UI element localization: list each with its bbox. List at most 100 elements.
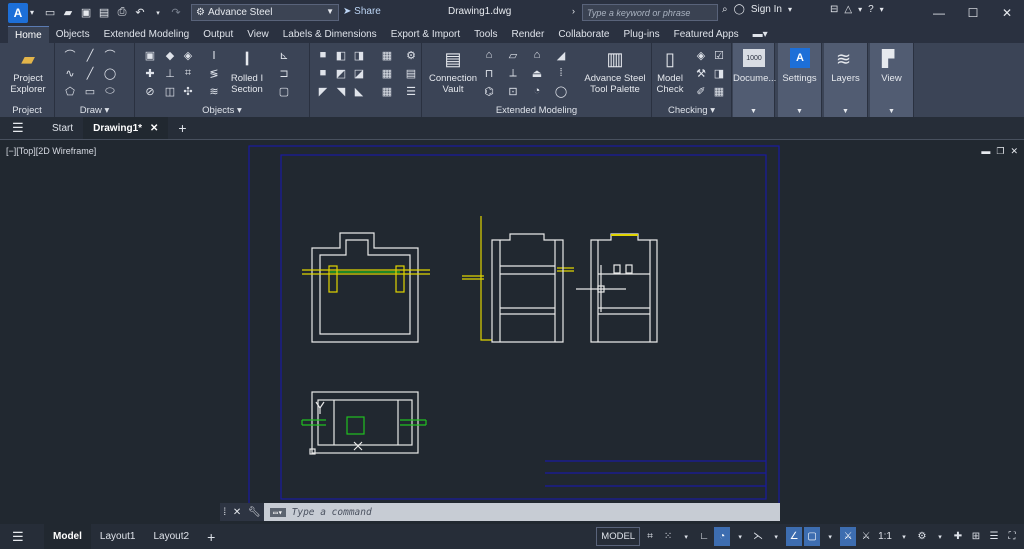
properties-icon[interactable]: ◨ — [712, 67, 726, 80]
isolate-objects-icon[interactable]: ⊞ — [968, 527, 984, 546]
auto-scale-icon[interactable]: ⚔ — [858, 527, 874, 546]
plate-icon[interactable]: ◆ — [163, 49, 177, 62]
layers-panel[interactable]: ≋ Layers ▼ — [824, 43, 868, 117]
gear-tool-icon[interactable]: ⚙ — [404, 49, 418, 62]
command-history-icon[interactable]: ▭▾ — [270, 507, 286, 517]
chamfer-icon[interactable]: ◪ — [352, 67, 366, 80]
bolt-icon[interactable]: Ⅰ — [207, 49, 221, 62]
tube-section-icon[interactable]: ▢ — [277, 85, 291, 98]
grip-icon[interactable]: ⁞ — [223, 507, 226, 518]
model-space-button[interactable]: MODEL — [596, 527, 641, 546]
cope-icon[interactable]: ◨ — [352, 49, 366, 62]
portal-icon[interactable]: ⊓ — [482, 67, 496, 80]
weld-icon[interactable]: ✚ — [143, 67, 157, 80]
undo-icon[interactable]: ↶ — [132, 5, 148, 21]
tab-view[interactable]: View — [240, 26, 276, 43]
clash-check-icon[interactable]: ◈ — [694, 49, 708, 62]
grid-icon[interactable]: ⌗ — [181, 67, 195, 79]
tab-objects[interactable]: Objects — [49, 26, 97, 43]
bracing-tool-icon[interactable]: ⟂ — [506, 67, 520, 79]
ortho-icon[interactable]: ∟ — [696, 527, 712, 546]
cube-icon[interactable]: ▣ — [143, 49, 157, 62]
contour-icon[interactable]: ■ — [316, 67, 330, 79]
marker-icon[interactable]: ✐ — [694, 85, 708, 98]
chevron-down-icon[interactable]: ▾ — [678, 527, 694, 546]
new-layout-button[interactable]: + — [198, 524, 224, 549]
grating-icon[interactable]: ▤ — [404, 67, 418, 80]
angle-section-icon[interactable]: ⊾ — [277, 49, 291, 62]
tab-plug-ins[interactable]: Plug-ins — [616, 26, 666, 43]
customize-icon[interactable]: ☰ — [986, 527, 1002, 546]
new-file-icon[interactable]: ▭ — [42, 5, 58, 21]
command-input[interactable]: ▭▾ Type a command — [264, 503, 780, 521]
close-icon[interactable]: ✕ — [150, 123, 158, 134]
search-input[interactable]: Type a keyword or phrase — [582, 4, 718, 21]
sign-in-button[interactable]: Sign In — [751, 4, 782, 15]
close-icon[interactable]: ✕ — [990, 0, 1024, 25]
application-menu-button[interactable]: A — [8, 2, 28, 23]
tab-labels-dimensions[interactable]: Labels & Dimensions — [276, 26, 384, 43]
tab-drawing1[interactable]: Drawing1* ✕ — [83, 117, 169, 139]
audit-icon[interactable]: ▦ — [712, 85, 726, 98]
ray-icon[interactable]: ╱ — [83, 67, 97, 80]
autodesk-icon[interactable]: △ — [844, 4, 852, 15]
connection-vault-button[interactable]: ▤ Connection Vault — [426, 47, 480, 96]
handrail-icon[interactable]: ⊡ — [506, 85, 520, 98]
redo-icon[interactable]: ↷ — [168, 5, 184, 21]
wrench-icon[interactable]: 🔧︎ — [248, 507, 261, 518]
grid-icon[interactable]: ⌗ — [642, 527, 658, 546]
plate-tool-icon[interactable]: ■ — [316, 49, 330, 61]
no-entry-icon[interactable]: ⊘ — [143, 85, 157, 98]
chevron-down-icon[interactable]: ▾ — [896, 527, 912, 546]
circle-icon[interactable]: ◯ — [103, 67, 117, 80]
railing-icon[interactable]: ≋ — [207, 85, 221, 98]
pattern-icon[interactable]: ▦ — [380, 49, 394, 62]
chevron-down-icon[interactable]: ▾ — [880, 5, 884, 14]
tab-tools[interactable]: Tools — [467, 26, 504, 43]
menu-icon[interactable]: ☰ — [12, 120, 32, 136]
workspace-dropdown[interactable]: ⚙ Advance Steel ▼ — [191, 4, 339, 21]
open-folder-icon[interactable]: ▰ — [60, 5, 76, 21]
new-tab-button[interactable]: + — [168, 117, 196, 139]
ribbon-options-icon[interactable]: ▬▾ — [746, 26, 775, 43]
chevron-down-icon[interactable]: ▾ — [788, 5, 792, 14]
tab-export-import[interactable]: Export & Import — [384, 26, 467, 43]
joint-icon[interactable]: ◔ — [530, 85, 544, 97]
anchor-icon[interactable]: ⊥ — [163, 67, 177, 80]
list-icon[interactable]: ☰ — [404, 85, 418, 98]
column-icon[interactable]: ⌬ — [482, 85, 496, 98]
folded-plate-icon[interactable]: ◈ — [181, 49, 195, 62]
annotation-visibility-icon[interactable]: ⚔ — [840, 527, 857, 546]
add-icon[interactable]: ✚ — [950, 527, 966, 546]
tab-model[interactable]: Model — [44, 524, 91, 549]
stair-icon[interactable]: ≶ — [207, 67, 221, 80]
search-icon[interactable]: ⌕ — [722, 4, 728, 15]
tab-output[interactable]: Output — [196, 26, 240, 43]
help-icon[interactable]: ? — [868, 4, 874, 15]
ellipse-icon[interactable]: ⬭ — [103, 85, 117, 97]
checking-panel-title[interactable]: Checking ▾ — [652, 105, 731, 116]
spline-icon[interactable]: ∿ — [63, 67, 77, 80]
chevron-down-icon[interactable]: ▾ — [858, 5, 862, 14]
object-snap-tracking-icon[interactable]: ∠ — [786, 527, 803, 546]
polyline-icon[interactable]: ⌒ — [63, 49, 77, 62]
minimize-icon[interactable]: — — [922, 0, 956, 25]
chevron-down-icon[interactable]: ▾ — [30, 8, 34, 17]
tab-extended-modeling[interactable]: Extended Modeling — [97, 26, 197, 43]
polygon-icon[interactable]: ⬠ — [63, 85, 77, 98]
notch-icon[interactable]: ◤ — [316, 85, 330, 98]
bracing-icon[interactable]: ✣ — [181, 85, 195, 98]
ladder-icon[interactable]: ◯ — [554, 85, 568, 98]
maximize-icon[interactable]: ☐ — [956, 0, 990, 25]
drawing-viewport[interactable]: [−][Top][2D Wireframe] ▬ ❐ ✕ — [0, 139, 1024, 524]
check-icon[interactable]: ☑ — [712, 49, 726, 62]
save-icon[interactable]: ▣ — [78, 5, 94, 21]
line-icon[interactable]: ╱ — [83, 49, 97, 62]
stairs-icon[interactable]: ◢ — [554, 49, 568, 62]
truss-icon[interactable]: ⏥ — [506, 49, 520, 62]
model-check-button[interactable]: ▯ Model Check — [652, 47, 688, 96]
tab-featured-apps[interactable]: Featured Apps — [667, 26, 746, 43]
chevron-down-icon[interactable]: ▾ — [732, 527, 748, 546]
settings-panel[interactable]: A Settings ▼ — [778, 43, 822, 117]
shear-stud-icon[interactable]: ▦ — [380, 85, 394, 98]
